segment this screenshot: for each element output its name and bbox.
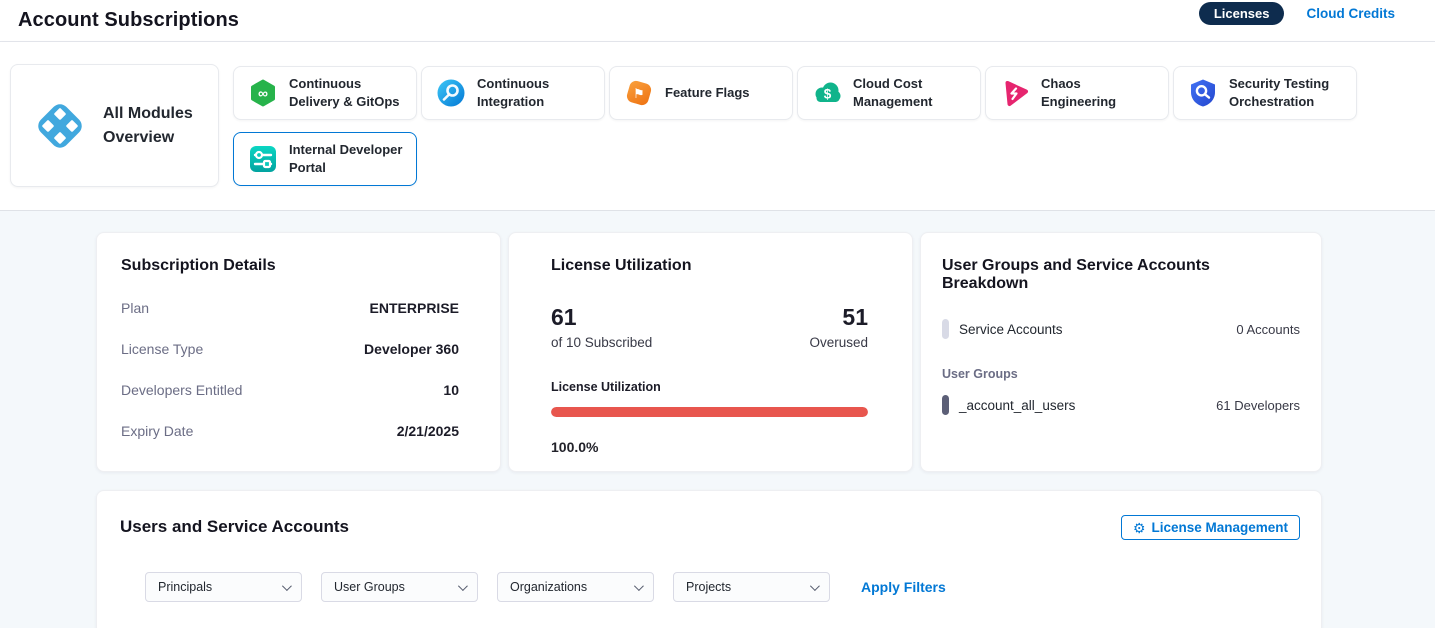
detail-label: Expiry Date [121,423,193,439]
summary-cards-row: Subscription Details Plan ENTERPRISE Lic… [96,232,1322,472]
overused-count: 51 [809,305,868,330]
utilization-bar-label: License Utilization [551,380,868,394]
cd-gitops-icon: ∞ [248,78,278,108]
used-caption: of 10 Subscribed [551,335,652,350]
svg-text:$: $ [824,87,832,102]
header-tabs: Licenses Cloud Credits [1199,2,1395,25]
detail-label: Developers Entitled [121,382,242,398]
dropdown-label: Organizations [510,580,587,594]
user-groups-heading: User Groups [942,367,1300,381]
user-groups-filter-dropdown[interactable]: User Groups [321,572,478,602]
module-card-security-testing[interactable]: Security Testing Orchestration [1173,66,1357,120]
user-group-value: 61 Developers [1216,398,1300,413]
user-group-label: _account_all_users [959,398,1075,413]
module-card-label: Cloud Cost Management [853,75,970,111]
user-group-marker [942,395,949,415]
detail-label: Plan [121,300,149,316]
svg-text:∞: ∞ [258,85,268,101]
module-card-feature-flags[interactable]: ⚑ Feature Flags [609,66,793,120]
utilization-progress-fill [551,407,868,417]
chaos-icon [1000,78,1030,108]
overused-count-block: 51 Overused [809,305,868,350]
license-management-button[interactable]: ⚙ License Management [1121,515,1300,540]
service-accounts-marker [942,319,949,339]
detail-value: 10 [443,382,459,398]
all-modules-overview-label: All Modules Overview [103,102,204,148]
dropdown-label: Principals [158,580,212,594]
detail-value: ENTERPRISE [370,300,459,316]
all-modules-overview-card[interactable]: All Modules Overview [10,64,219,187]
detail-value: 2/21/2025 [397,423,459,439]
gear-icon: ⚙ [1133,521,1146,535]
principals-filter-dropdown[interactable]: Principals [145,572,302,602]
account-subscriptions-page: Account Subscriptions Licenses Cloud Cre… [0,0,1435,628]
module-card-label: Security Testing Orchestration [1229,75,1346,111]
license-utilization-title: License Utilization [551,257,868,275]
subscription-details-title: Subscription Details [121,257,459,275]
utilization-numbers: 61 of 10 Subscribed 51 Overused [551,305,868,350]
utilization-percent: 100.0% [551,439,868,455]
dropdown-label: Projects [686,580,731,594]
page-header: Account Subscriptions Licenses Cloud Cre… [0,0,1435,42]
idp-icon [248,144,278,174]
utilization-progress-bar [551,407,868,417]
user-group-row: _account_all_users 61 Developers [942,395,1300,415]
used-count-block: 61 of 10 Subscribed [551,305,652,350]
module-card-label: Chaos Engineering [1041,75,1158,111]
sto-icon [1188,78,1218,108]
content-area: Subscription Details Plan ENTERPRISE Lic… [0,211,1435,628]
svg-text:⚑: ⚑ [633,86,645,101]
page-title: Account Subscriptions [18,9,239,32]
tab-cloud-credits[interactable]: Cloud Credits [1306,6,1395,21]
detail-row-expiry-date: Expiry Date 2/21/2025 [121,423,459,439]
tab-licenses[interactable]: Licenses [1199,2,1285,25]
module-card-internal-developer-portal[interactable]: Internal Developer Portal [233,132,417,186]
detail-row-license-type: License Type Developer 360 [121,341,459,357]
breakdown-card: User Groups and Service Accounts Breakdo… [920,232,1322,472]
service-accounts-row: Service Accounts 0 Accounts [942,319,1300,339]
used-count: 61 [551,305,652,330]
feature-flags-icon: ⚑ [624,78,654,108]
module-card-label: Continuous Delivery & GitOps [289,75,406,111]
module-card-label: Feature Flags [665,84,750,102]
filters-row: Principals User Groups Organizations Pro… [145,572,946,602]
module-card-label: Continuous Integration [477,75,594,111]
module-card-label: Internal Developer Portal [289,141,406,177]
service-accounts-label: Service Accounts [959,322,1063,337]
detail-value: Developer 360 [364,341,459,357]
service-accounts-value: 0 Accounts [1236,322,1300,337]
module-card-cloud-cost[interactable]: $ Cloud Cost Management [797,66,981,120]
detail-row-developers-entitled: Developers Entitled 10 [121,382,459,398]
module-card-continuous-integration[interactable]: Continuous Integration [421,66,605,120]
breakdown-title: User Groups and Service Accounts Breakdo… [942,257,1300,293]
detail-label: License Type [121,341,203,357]
organizations-filter-dropdown[interactable]: Organizations [497,572,654,602]
projects-filter-dropdown[interactable]: Projects [673,572,830,602]
ci-icon [436,78,466,108]
subscription-details-card: Subscription Details Plan ENTERPRISE Lic… [96,232,501,472]
module-card-chaos-engineering[interactable]: Chaos Engineering [985,66,1169,120]
users-service-accounts-card: Users and Service Accounts ⚙ License Man… [96,490,1322,628]
chevron-down-icon [634,581,644,591]
overused-caption: Overused [809,335,868,350]
module-nav: All Modules Overview ∞ Continuous Delive… [0,42,1435,211]
chevron-down-icon [458,581,468,591]
apply-filters-link[interactable]: Apply Filters [861,579,946,595]
license-utilization-card: License Utilization 61 of 10 Subscribed … [508,232,913,472]
license-management-label: License Management [1151,520,1288,535]
dropdown-label: User Groups [334,580,405,594]
detail-row-plan: Plan ENTERPRISE [121,300,459,316]
users-section-title: Users and Service Accounts [120,517,349,537]
chevron-down-icon [282,581,292,591]
ccm-icon: $ [812,78,842,108]
chevron-down-icon [810,581,820,591]
module-card-continuous-delivery[interactable]: ∞ Continuous Delivery & GitOps [233,66,417,120]
all-modules-icon [29,95,91,157]
